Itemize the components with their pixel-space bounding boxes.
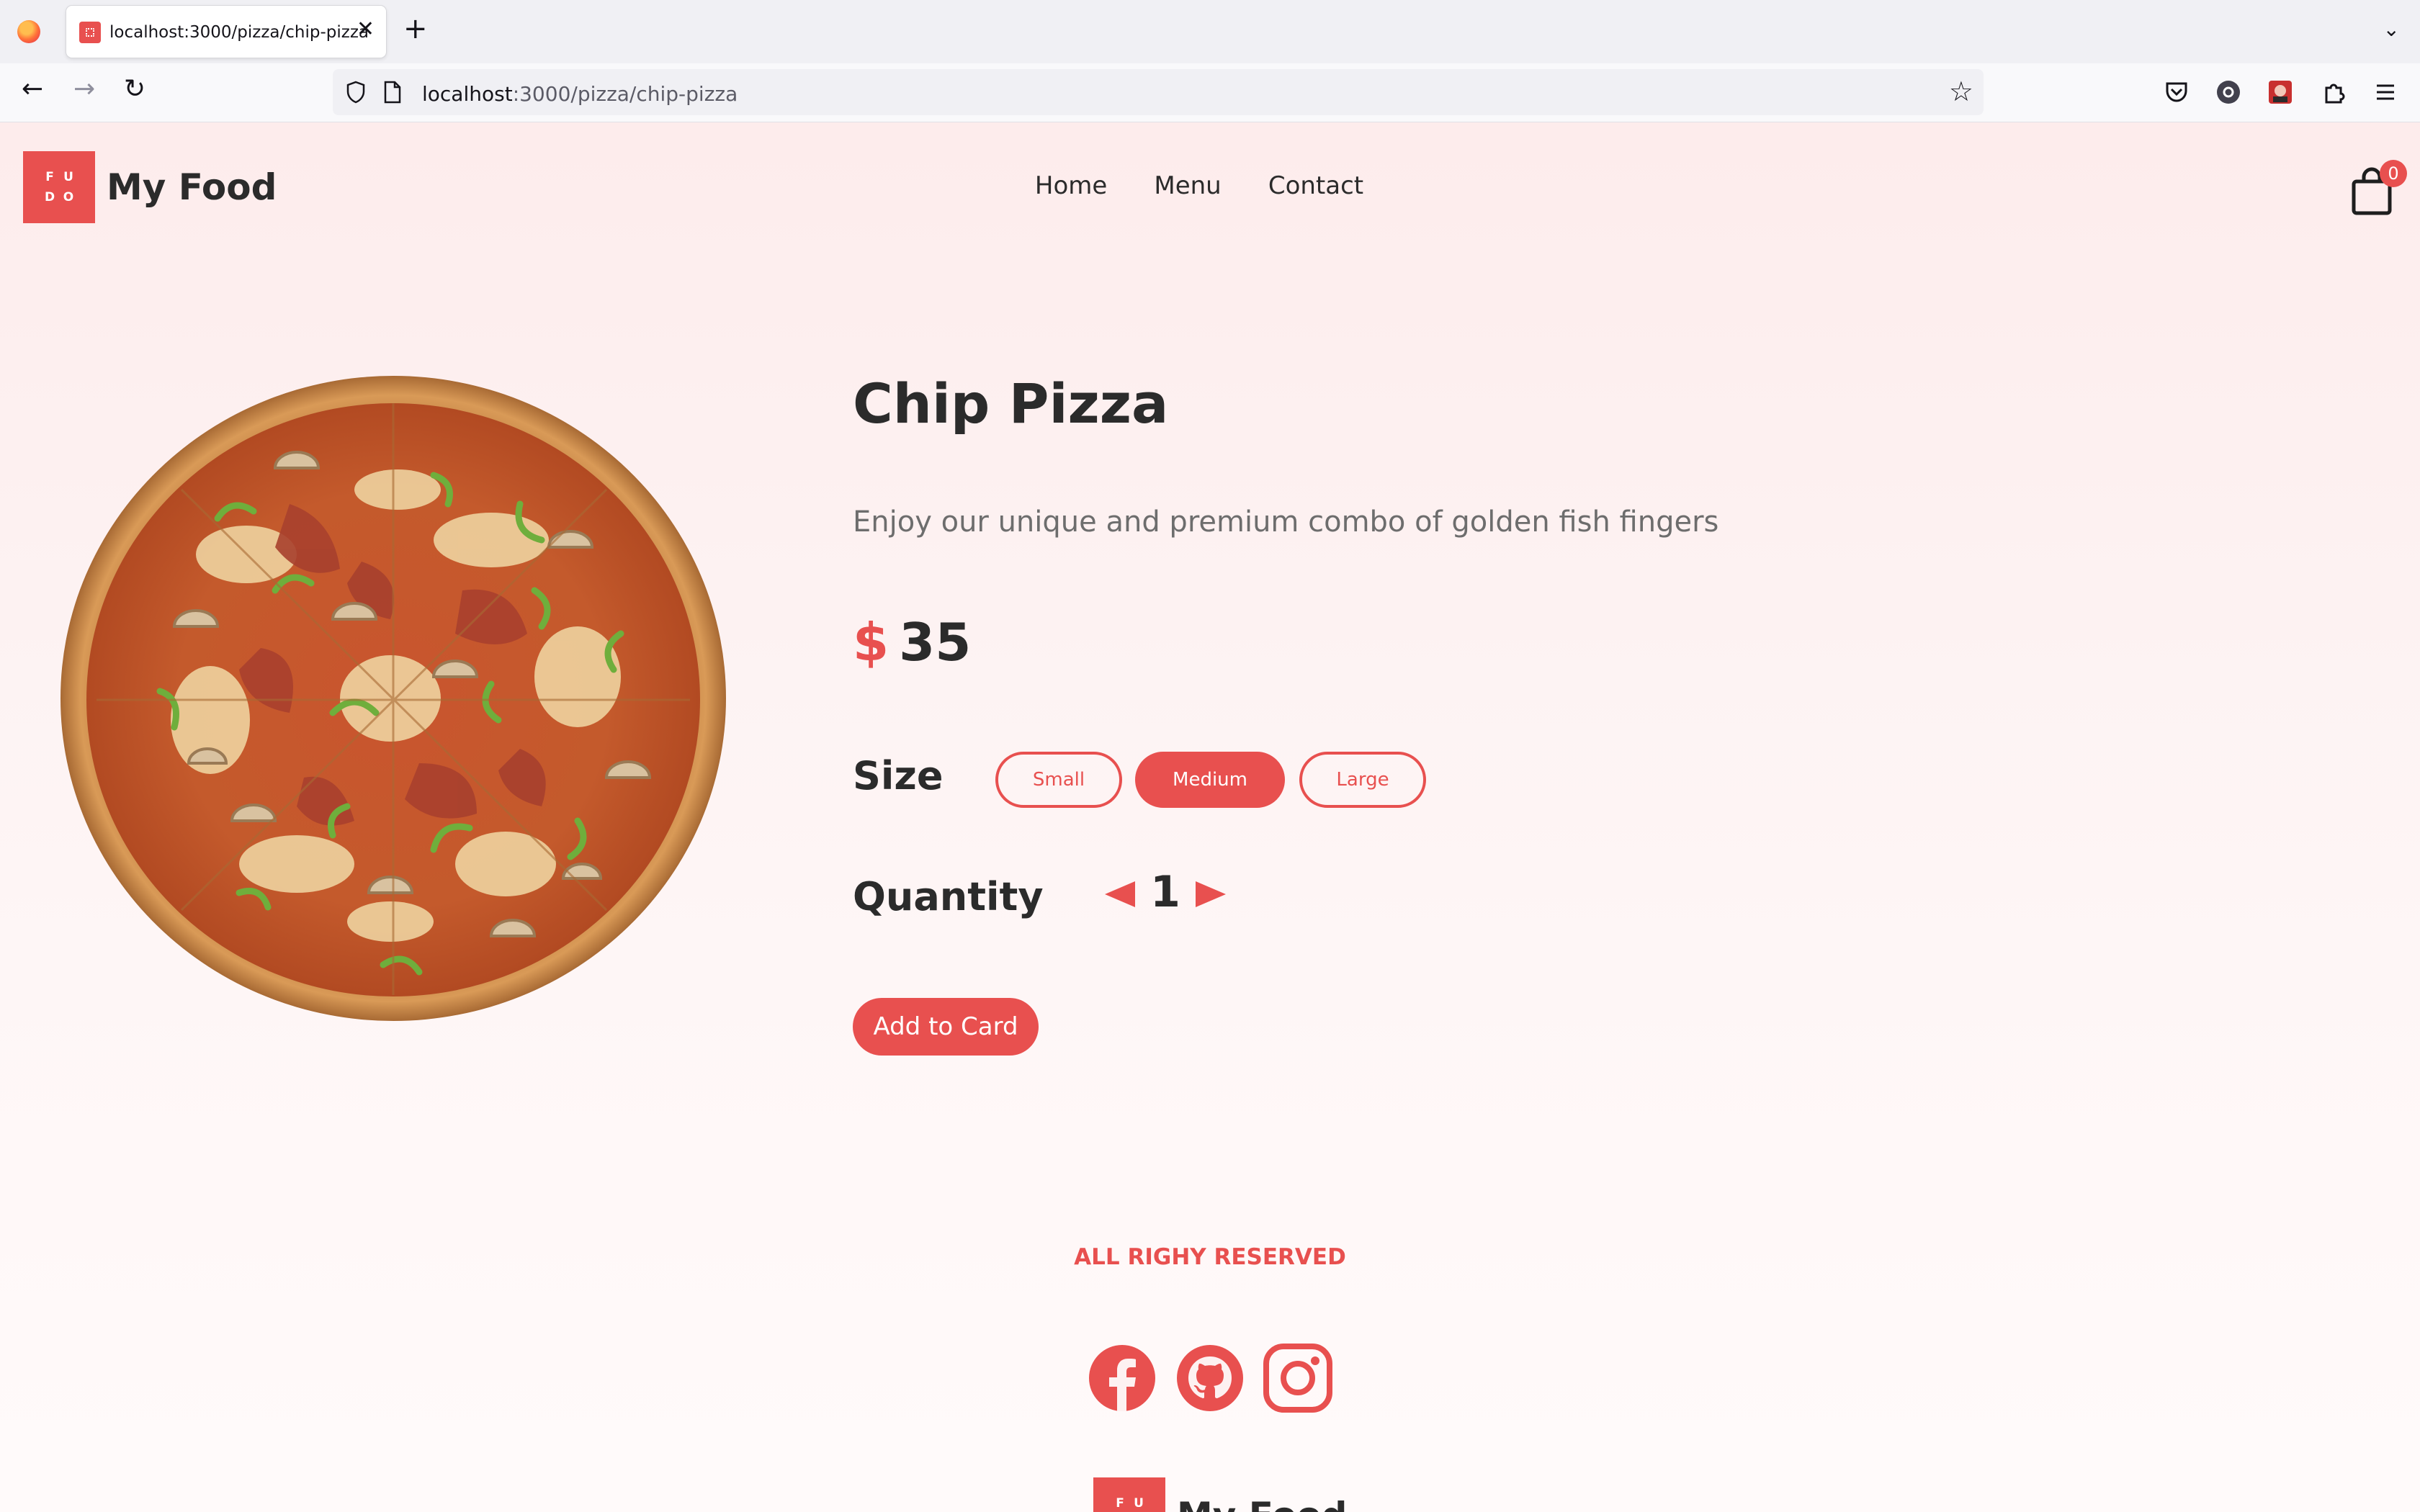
size-medium-button[interactable]: Medium [1135, 752, 1285, 808]
forward-icon[interactable]: → [73, 76, 95, 102]
quantity-value: 1 [1150, 867, 1180, 917]
firefox-icon[interactable] [17, 20, 40, 43]
browser-tab-strip: localhost:3000/pizza/chip-pizza ✕ + ⌄ [0, 0, 2420, 63]
browser-toolbar: ← → ↻ localhost:3000/pizza/chip-pizza ☆ [0, 63, 2420, 122]
logo-letter: U [1134, 1496, 1144, 1511]
facebook-icon[interactable] [1088, 1344, 1157, 1413]
nav-home[interactable]: Home [1035, 171, 1107, 200]
reload-icon[interactable]: ↻ [124, 76, 145, 102]
extension-avatar-icon[interactable] [2267, 79, 2293, 105]
pocket-icon[interactable] [2164, 79, 2190, 105]
url-text[interactable]: localhost:3000/pizza/chip-pizza [422, 82, 738, 106]
size-small-button[interactable]: Small [995, 752, 1122, 808]
extension-counter-icon[interactable] [2215, 79, 2241, 105]
tab-title: localhost:3000/pizza/chip-pizza [109, 23, 369, 42]
nav-contact[interactable]: Contact [1268, 171, 1363, 200]
shield-icon[interactable] [346, 81, 366, 104]
instagram-icon[interactable] [1263, 1344, 1332, 1413]
browser-tab[interactable]: localhost:3000/pizza/chip-pizza ✕ [66, 6, 386, 58]
github-icon[interactable] [1175, 1344, 1245, 1413]
url-bar[interactable]: localhost:3000/pizza/chip-pizza ☆ [333, 69, 1984, 115]
main-nav: Home Menu Contact [0, 171, 2420, 200]
quantity-label: Quantity [853, 874, 1044, 919]
close-tab-icon[interactable]: ✕ [357, 19, 375, 40]
footer-brand-name: My Food [1177, 1495, 1347, 1512]
extensions-puzzle-icon[interactable] [2321, 79, 2347, 105]
decrease-quantity-arrow-icon[interactable] [1105, 881, 1135, 907]
add-to-cart-button[interactable]: Add to Card [853, 998, 1039, 1056]
price-value: 35 [899, 612, 972, 672]
nav-menu[interactable]: Menu [1154, 171, 1221, 200]
currency-symbol: $ [853, 612, 889, 672]
bookmark-star-icon[interactable]: ☆ [1949, 78, 1973, 105]
product-title: Chip Pizza [853, 372, 1169, 436]
tab-favicon-icon [79, 22, 101, 43]
pizza-image [60, 376, 726, 1021]
new-tab-icon[interactable]: + [403, 14, 428, 43]
size-large-button[interactable]: Large [1299, 752, 1426, 808]
cart-count-badge: 0 [2380, 160, 2407, 187]
logo-letter: F [1116, 1496, 1124, 1511]
footer-logo-box: F U [1093, 1477, 1165, 1512]
product-price: $35 [853, 612, 971, 672]
page-info-icon[interactable] [383, 81, 402, 104]
increase-quantity-arrow-icon[interactable] [1196, 881, 1226, 907]
footer-rights-text: ALL RIGHY RESERVED [1074, 1244, 1346, 1270]
footer-logo[interactable]: F U My Food [1093, 1477, 1347, 1512]
menu-hamburger-icon[interactable] [2372, 79, 2398, 105]
page-content: F U D O My Food Home Menu Contact 0 Chip… [0, 122, 2420, 1512]
social-links [1088, 1344, 1332, 1413]
product-description: Enjoy our unique and premium combo of go… [853, 505, 1719, 539]
back-icon[interactable]: ← [22, 76, 43, 102]
size-label: Size [853, 753, 944, 798]
tab-list-chevron-icon[interactable]: ⌄ [2383, 17, 2400, 41]
